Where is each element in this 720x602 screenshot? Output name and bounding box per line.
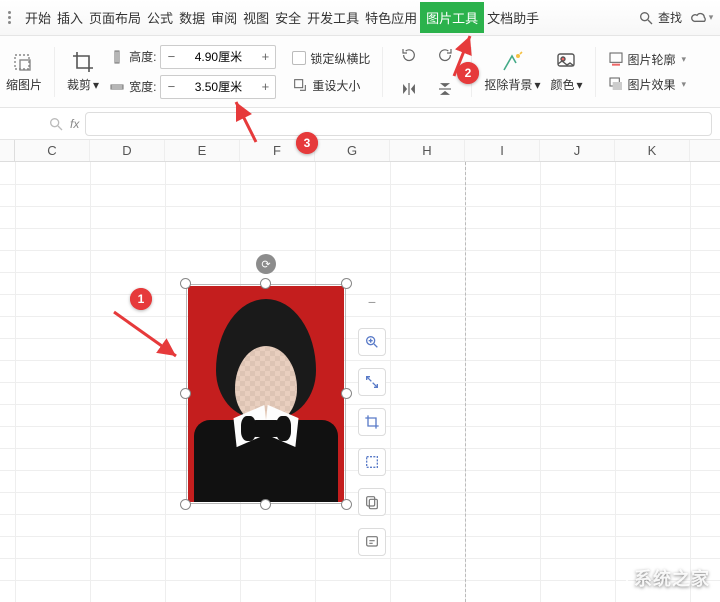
width-minus[interactable]: −: [161, 79, 181, 94]
width-control: 宽度: − +: [109, 75, 276, 99]
tab-data[interactable]: 数据: [176, 2, 208, 33]
picture-effects-button[interactable]: 图片效果▾: [608, 76, 687, 93]
checkbox-box-icon: [292, 51, 306, 65]
tab-dev-tools[interactable]: 开发工具: [304, 2, 362, 33]
height-control: 高度: − +: [109, 45, 276, 69]
tab-bar: 开始 插入 页面布局 公式 数据 审阅 视图 安全 开发工具 特色应用 图片工具…: [0, 0, 720, 36]
resize-handle[interactable]: [180, 499, 191, 510]
rotate-left-icon[interactable]: [395, 42, 423, 68]
watermark-text: 系统之家: [634, 565, 710, 591]
tab-start[interactable]: 开始: [22, 2, 54, 33]
ribbon-toolbar: 缩图片 裁剪▾ 高度: − + 宽度: − +: [0, 36, 720, 108]
search-label: 查找: [658, 9, 682, 26]
compress-image-button[interactable]: 缩图片: [6, 50, 42, 93]
height-minus[interactable]: −: [161, 49, 181, 64]
name-box[interactable]: [8, 116, 64, 132]
column-headers: C D E F G H I J K: [0, 140, 720, 162]
remove-background-button[interactable]: 抠除背景▾: [484, 50, 540, 93]
rotate-handle[interactable]: ⟳: [256, 254, 276, 274]
select-area-icon[interactable]: [358, 448, 386, 476]
width-icon: [109, 79, 125, 95]
col-header[interactable]: I: [465, 140, 540, 161]
height-input[interactable]: [181, 50, 255, 64]
fx-label: fx: [70, 117, 79, 131]
fit-icon[interactable]: [358, 368, 386, 396]
page-break-line: [465, 162, 466, 602]
copy-float-icon[interactable]: [358, 488, 386, 516]
resize-handle[interactable]: [260, 278, 271, 289]
search-area[interactable]: 查找: [638, 9, 688, 26]
width-label: 宽度:: [129, 78, 156, 95]
resize-handle[interactable]: [180, 278, 191, 289]
width-input[interactable]: [181, 80, 255, 94]
watermark: 系统之家: [602, 565, 710, 591]
search-icon: [638, 10, 654, 26]
tab-formula[interactable]: 公式: [144, 2, 176, 33]
watermark-logo-icon: [602, 567, 628, 589]
col-header[interactable]: C: [15, 140, 90, 161]
menu-dots-icon[interactable]: [4, 11, 22, 24]
tab-view[interactable]: 视图: [240, 2, 272, 33]
crop-button[interactable]: 裁剪▾: [67, 50, 99, 93]
color-button[interactable]: 颜色▾: [550, 50, 582, 93]
picture-outline-button[interactable]: 图片轮廓▾: [608, 51, 687, 68]
lock-ratio-label: 锁定纵横比: [310, 50, 370, 67]
zoom-out-icon[interactable]: −: [358, 288, 386, 316]
reset-size-button[interactable]: 重设大小: [292, 77, 360, 94]
annotation-arrow-1: [108, 306, 188, 366]
annotation-arrow-2: [446, 30, 486, 80]
formula-input[interactable]: [85, 112, 712, 136]
outline-icon: [608, 51, 624, 67]
tab-security[interactable]: 安全: [272, 2, 304, 33]
effects-icon: [608, 76, 624, 92]
zoom-in-icon[interactable]: [358, 328, 386, 356]
tab-picture-tools[interactable]: 图片工具: [420, 2, 484, 33]
formula-bar: fx: [0, 108, 720, 140]
height-icon: [109, 49, 125, 65]
annotation-arrow-3: [226, 96, 266, 146]
crop-float-icon[interactable]: [358, 408, 386, 436]
selected-image[interactable]: ⟳: [186, 284, 346, 504]
height-plus[interactable]: +: [255, 49, 275, 64]
resize-handle[interactable]: [180, 388, 191, 399]
col-header[interactable]: D: [90, 140, 165, 161]
resize-handle[interactable]: [341, 499, 352, 510]
name-box-icon: [48, 116, 64, 132]
height-label: 高度:: [129, 48, 156, 65]
col-header[interactable]: K: [615, 140, 690, 161]
tab-special[interactable]: 特色应用: [362, 2, 420, 33]
col-header[interactable]: G: [315, 140, 390, 161]
resize-handle[interactable]: [341, 278, 352, 289]
flip-horizontal-icon[interactable]: [395, 76, 423, 102]
resize-handle[interactable]: [260, 499, 271, 510]
cloud-sync-icon[interactable]: ▾: [688, 5, 716, 31]
tab-review[interactable]: 审阅: [208, 2, 240, 33]
image-float-toolbar: −: [358, 288, 386, 556]
col-header[interactable]: J: [540, 140, 615, 161]
more-float-icon[interactable]: [358, 528, 386, 556]
tab-doc-helper[interactable]: 文档助手: [484, 2, 542, 33]
photo-content: [188, 286, 344, 502]
lock-ratio-checkbox[interactable]: 锁定纵横比: [292, 50, 370, 67]
annotation-badge-3: 3: [296, 132, 318, 154]
width-plus[interactable]: +: [255, 79, 275, 94]
tab-insert[interactable]: 插入: [54, 2, 86, 33]
col-header[interactable]: H: [390, 140, 465, 161]
reset-size-icon: [292, 77, 308, 93]
tab-page-layout[interactable]: 页面布局: [86, 2, 144, 33]
resize-handle[interactable]: [341, 388, 352, 399]
